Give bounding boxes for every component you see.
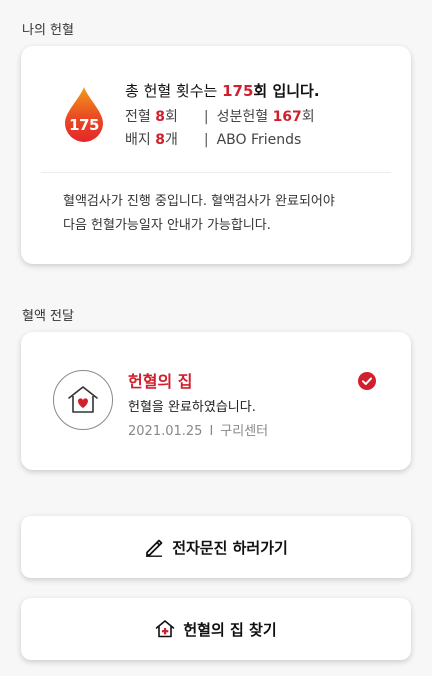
- divider: [41, 172, 391, 173]
- title-prefix: 총 헌혈 횟수는: [125, 82, 223, 100]
- pencil-icon: [146, 539, 163, 557]
- blood-drop-badge: 175: [64, 86, 104, 142]
- transfer-meta: 2021.01.25 I 구리센터: [128, 420, 268, 439]
- whole-blood-label: 전혈: [125, 109, 156, 125]
- drop-count: 175: [69, 116, 99, 134]
- section-label-blood-transfer: 혈액 전달: [22, 309, 74, 324]
- whole-blood-count: 8: [155, 109, 165, 125]
- blood-transfer-card[interactable]: 헌혈의 집 헌혈을 완료하였습니다. 2021.01.25 I 구리센터: [21, 332, 411, 470]
- whole-blood-unit: 회: [164, 109, 178, 125]
- check-circle-icon: [358, 372, 376, 390]
- find-donation-house-button[interactable]: 헌혈의 집 찾기: [21, 598, 411, 660]
- group-name: ABO Friends: [216, 132, 302, 148]
- donation-summary-card: 175 총 헌혈 횟수는 175회 입니다. 전혈 8회 | 성분헌혈 167회 배…: [21, 46, 411, 264]
- component-label: 성분헌혈: [216, 109, 273, 125]
- total-count: 175: [222, 82, 254, 100]
- transfer-date: 2021.01.25: [128, 424, 203, 439]
- component-unit: 회: [301, 109, 315, 125]
- blood-test-notice: 혈액검사가 진행 중입니다. 혈액검사가 완료되어야 다음 헌혈가능일자 안내가…: [63, 190, 383, 238]
- e-questionnaire-button[interactable]: 전자문진 하러가기: [21, 516, 411, 578]
- row-separator: |: [203, 132, 209, 148]
- home-icon-circle: [53, 370, 113, 430]
- badge-count: 8: [155, 132, 165, 148]
- badge-unit: 개: [164, 132, 178, 148]
- total-donation-title: 총 헌혈 횟수는 175회 입니다.: [125, 80, 320, 101]
- transfer-place-title: 헌혈의 집: [128, 372, 193, 391]
- row-separator: |: [203, 109, 209, 125]
- meta-separator: I: [209, 424, 214, 439]
- section-label-my-donation: 나의 헌혈: [22, 23, 74, 38]
- donation-type-row: 전혈 8회 | 성분헌혈 167회: [125, 106, 315, 126]
- title-suffix-unit: 회 입니다.: [253, 82, 320, 100]
- home-heart-icon: [68, 386, 98, 413]
- find-donation-house-label: 헌혈의 집 찾기: [183, 620, 277, 639]
- badge-label: 배지: [125, 132, 156, 148]
- e-questionnaire-label: 전자문진 하러가기: [172, 538, 288, 557]
- badge-row: 배지 8개 | ABO Friends: [125, 129, 301, 149]
- transfer-status: 헌혈을 완료하였습니다.: [128, 400, 256, 415]
- component-count: 167: [272, 109, 302, 125]
- notice-line-1: 혈액검사가 진행 중입니다. 혈액검사가 완료되어야: [63, 194, 335, 209]
- notice-line-2: 다음 헌혈가능일자 안내가 가능합니다.: [63, 218, 271, 233]
- transfer-center: 구리센터: [220, 424, 269, 439]
- house-cross-icon: [156, 620, 175, 638]
